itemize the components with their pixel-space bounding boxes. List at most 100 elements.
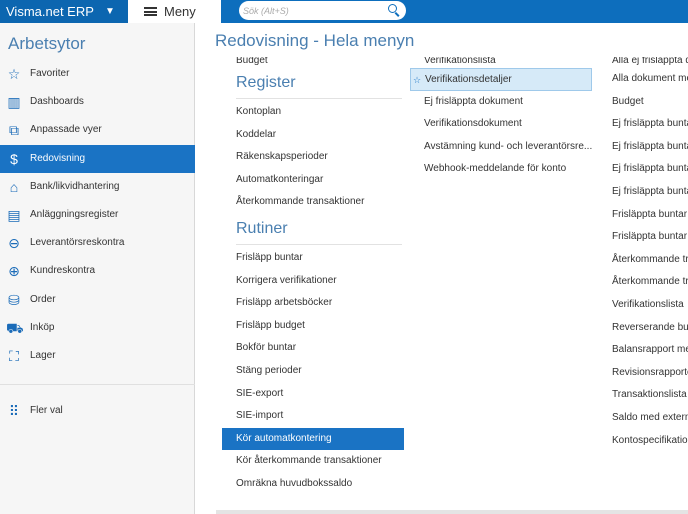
sidebar-title: Arbetsytor (8, 34, 86, 53)
sidebar-item-label: Fler val (30, 405, 63, 417)
menu-item-label: Verifikationsdetaljer (425, 74, 512, 85)
menu-item[interactable]: Kontoplan (222, 101, 404, 124)
star-icon: ☆ (7, 66, 21, 82)
menu-item[interactable]: Verifikationslista (608, 294, 688, 317)
sidebar-item-bank[interactable]: ⌂ Bank/likvidhantering (0, 173, 195, 201)
menu-item[interactable]: Reverserande bun (608, 317, 688, 340)
sidebar-item-label: Inköp (30, 321, 55, 333)
sidebar-item-redovisning[interactable]: $ Redovisning (0, 144, 195, 173)
sidebar-item-label: Anpassade vyer (30, 124, 102, 136)
menu-item[interactable]: Återkommande tr (608, 249, 688, 272)
menu-item[interactable]: Återkommande transaktioner (222, 191, 404, 214)
menu-item[interactable]: Balansrapport me (608, 339, 688, 362)
menu-item[interactable]: Omräkna huvudbokssaldo (222, 473, 404, 496)
grid-icon: ⠿ (8, 403, 20, 420)
menu-item[interactable]: Stäng perioder (222, 360, 404, 383)
menu-item[interactable]: Ej frisläppta dokument (410, 91, 592, 114)
menu-item-cut[interactable]: Alla ej frisläppta d (608, 57, 688, 68)
sidebar-item-fler-val[interactable]: ⠿ Fler val (0, 397, 195, 425)
menu-item[interactable]: SIE-import (222, 405, 404, 428)
menu-item[interactable]: Korrigera verifikationer (222, 270, 404, 293)
menu-item-hovered[interactable]: ☆ Verifikationsdetaljer (410, 68, 592, 91)
brand-label: Visma.net ERP (6, 4, 94, 19)
menu-item[interactable]: Frisläpp arbetsböcker (222, 292, 404, 315)
menu-item[interactable]: Koddelar (222, 124, 404, 147)
menu-item[interactable]: Saldo med extern (608, 407, 688, 430)
hand-truck-icon: ⛶ (9, 347, 19, 364)
sidebar-item-dashboards[interactable]: ▥ Dashboards (0, 88, 195, 116)
menu-column-3: Alla ej frisläppta d Alla dokument me Bu… (608, 57, 688, 452)
register-icon: ▤ (7, 206, 21, 223)
sidebar-item-label: Redovisning (30, 152, 86, 164)
custom-view-icon: ⧉ (9, 122, 19, 139)
sidebar-item-label: Bank/likvidhantering (30, 180, 120, 192)
sidebar-item-label: Lager (30, 349, 56, 361)
menu-item[interactable]: Verifikationsdokument (410, 113, 592, 136)
menu-item[interactable]: Ej frisläppta bunta (608, 113, 688, 136)
dollar-icon: $ (10, 150, 18, 167)
search-icon[interactable] (388, 4, 397, 13)
bank-icon: ⌂ (9, 178, 19, 195)
workspace-sidebar: Arbetsytor ☆ Favoriter ▥ Dashboards ⧉ Anpas… (0, 23, 195, 514)
menu-item[interactable]: Automatkonteringar (222, 169, 404, 192)
sidebar-item-kundreskontra[interactable]: ⊕ Kundreskontra (0, 257, 195, 285)
sidebar-item-favoriter[interactable]: ☆ Favoriter (0, 60, 195, 88)
menu-content: Budget Register Kontoplan Koddelar Räken… (196, 57, 688, 514)
truck-icon: ⛟ (6, 319, 24, 336)
menu-item[interactable]: Transaktionslista (608, 384, 688, 407)
sidebar-item-label: Anläggningsregister (30, 208, 119, 220)
sidebar-item-label: Dashboards (30, 96, 84, 108)
menu-item[interactable]: Ej frisläppta bunta (608, 158, 688, 181)
menu-item[interactable]: Räkenskapsperioder (222, 146, 404, 169)
menu-item-selected[interactable]: Kör automatkontering (222, 427, 404, 451)
sidebar-item-anlaggningsregister[interactable]: ▤ Anläggningsregister (0, 201, 195, 229)
menu-button[interactable]: Meny (128, 0, 221, 23)
brand-switcher[interactable]: Visma.net ERP ▼ (0, 0, 128, 23)
menu-item[interactable]: Återkommande tr (608, 271, 688, 294)
sidebar-item-label: Leverantörsreskontra (30, 237, 125, 249)
plus-circle-icon: ⊕ (8, 263, 20, 280)
sidebar-item-anpassade-vyer[interactable]: ⧉ Anpassade vyer (0, 116, 195, 144)
menu-item[interactable]: Frisläpp buntar (222, 247, 404, 270)
menu-item[interactable]: SIE-export (222, 383, 404, 406)
menu-item[interactable]: Budget (608, 91, 688, 114)
menu-item[interactable]: Frisläppta buntar (608, 204, 688, 227)
menu-item[interactable]: Ej frisläppta bunta (608, 181, 688, 204)
sidebar-divider (0, 384, 195, 397)
sidebar-item-label: Order (30, 293, 56, 305)
minus-circle-icon: ⊖ (8, 235, 20, 252)
menu-item[interactable]: Ej frisläppta bunta (608, 136, 688, 159)
sidebar-item-label: Kundreskontra (30, 265, 96, 277)
search-box (239, 1, 406, 20)
menu-label: Meny (164, 4, 196, 19)
horizontal-scrollbar[interactable] (216, 510, 688, 514)
sidebar-item-order[interactable]: ⛁ Order (0, 286, 195, 314)
bar-chart-icon: ▥ (7, 94, 21, 111)
menu-item[interactable]: Kontospecifikatio (608, 430, 688, 453)
sidebar-item-lager[interactable]: ⛶ Lager (0, 342, 195, 370)
menu-item[interactable]: Frisläppta buntar (608, 226, 688, 249)
sidebar-list: ☆ Favoriter ▥ Dashboards ⧉ Anpassade vyer $… (0, 60, 195, 425)
menu-column-1: Budget Register Kontoplan Koddelar Räken… (222, 57, 404, 496)
menu-item[interactable]: Bokför buntar (222, 337, 404, 360)
section-title-register: Register (222, 68, 404, 101)
sidebar-item-label: Favoriter (30, 68, 70, 79)
top-bar: Visma.net ERP ▼ Meny (0, 0, 688, 23)
order-icon: ⛁ (8, 291, 20, 308)
search-input[interactable] (243, 3, 383, 18)
page-title: Redovisning - Hela menyn (215, 31, 415, 50)
menu-item-cut[interactable]: Verifikationslista (410, 57, 592, 68)
sidebar-item-inkop[interactable]: ⛟ Inköp (0, 314, 195, 342)
hamburger-icon (144, 7, 157, 16)
menu-item[interactable]: Alla dokument me (608, 68, 688, 91)
menu-item[interactable]: Frisläpp budget (222, 315, 404, 338)
menu-item[interactable]: Webhook-meddelande för konto (410, 158, 592, 181)
menu-item-cut[interactable]: Budget (222, 57, 404, 68)
chevron-down-icon: ▼ (105, 6, 115, 17)
menu-item[interactable]: Revisionsrapporte (608, 362, 688, 385)
menu-item[interactable]: Kör återkommande transaktioner (222, 450, 404, 473)
sidebar-item-leverantorsreskontra[interactable]: ⊖ Leverantörsreskontra (0, 229, 195, 257)
menu-item[interactable]: Avstämning kund- och leverantörsre... (410, 136, 592, 159)
star-icon[interactable]: ☆ (413, 69, 421, 91)
section-title-rutiner: Rutiner (222, 214, 404, 247)
